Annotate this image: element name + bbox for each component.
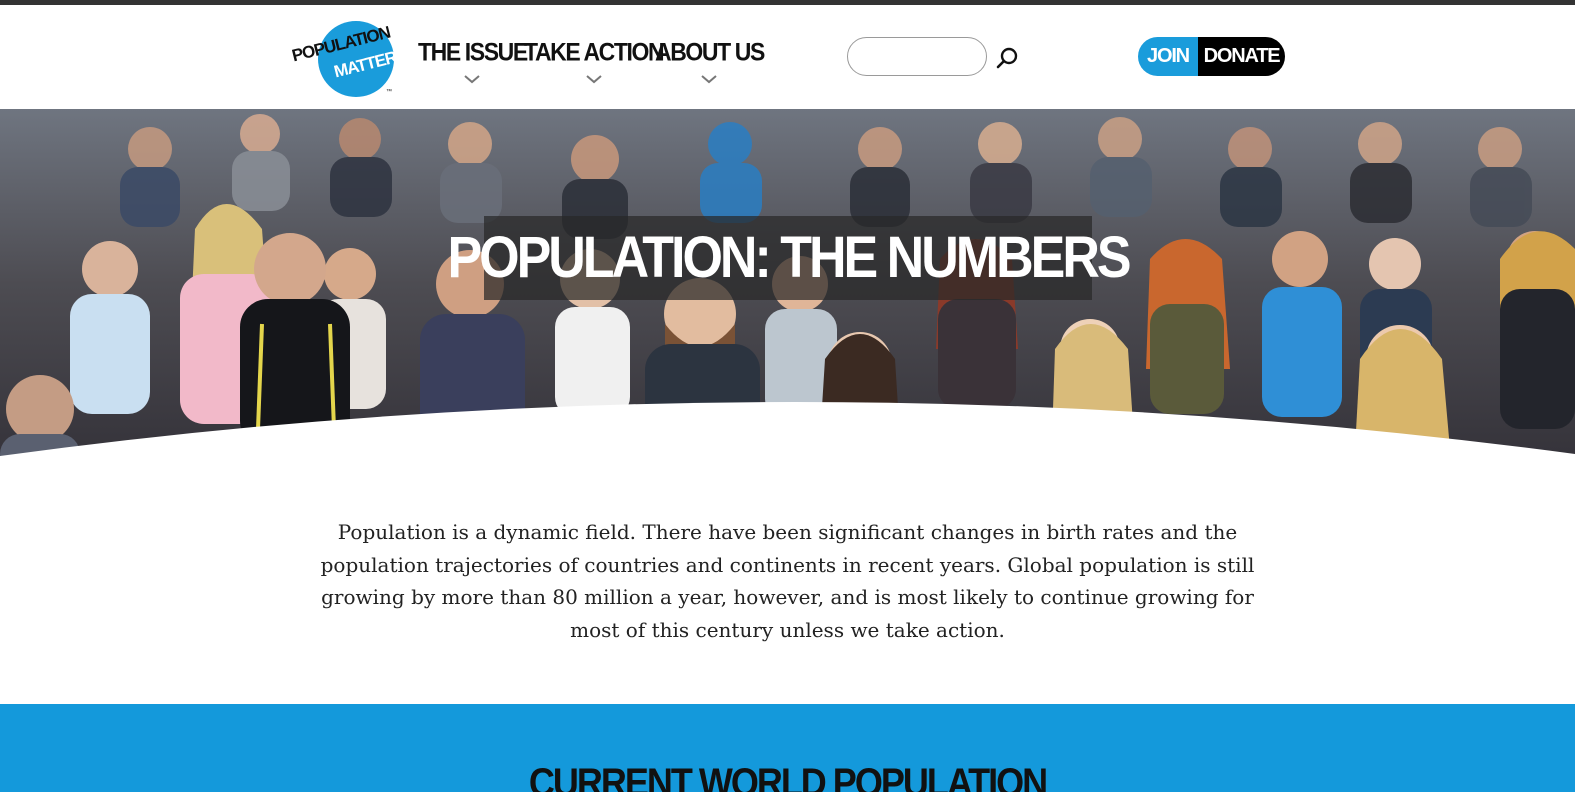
- site-header: POPULATION MATTERS ™ THE ISSUE TAKE ACTI…: [0, 5, 1575, 109]
- hero-banner: POPULATION: THE NUMBERS: [0, 109, 1575, 459]
- search-icon: [996, 47, 1018, 69]
- nav-item-the-issue[interactable]: THE ISSUE: [418, 37, 528, 84]
- search-input[interactable]: [847, 37, 987, 76]
- join-button[interactable]: JOIN: [1138, 37, 1198, 76]
- intro-paragraph: Population is a dynamic field. There hav…: [320, 520, 1255, 642]
- logo-trademark: ™: [386, 89, 392, 95]
- chevron-down-icon: [464, 75, 481, 84]
- search-button[interactable]: [994, 45, 1020, 71]
- section-heading: CURRENT WORLD POPULATION: [528, 759, 1048, 792]
- nav-item-label: TAKE ACTION: [524, 37, 665, 66]
- nav-item-about-us[interactable]: ABOUT US: [655, 37, 765, 84]
- hero-curve-divider: [0, 401, 1575, 459]
- nav-item-label: THE ISSUE: [418, 37, 528, 66]
- nav-item-label: ABOUT US: [655, 37, 765, 66]
- chevron-down-icon: [585, 75, 602, 84]
- donate-button[interactable]: DONATE: [1198, 37, 1285, 76]
- cta-buttons: JOIN DONATE: [1138, 37, 1285, 76]
- chevron-down-icon: [701, 75, 718, 84]
- population-counter-section: CURRENT WORLD POPULATION: [0, 704, 1575, 792]
- population-matters-logo[interactable]: POPULATION MATTERS ™: [290, 19, 408, 101]
- nav-item-take-action[interactable]: TAKE ACTION: [524, 37, 665, 84]
